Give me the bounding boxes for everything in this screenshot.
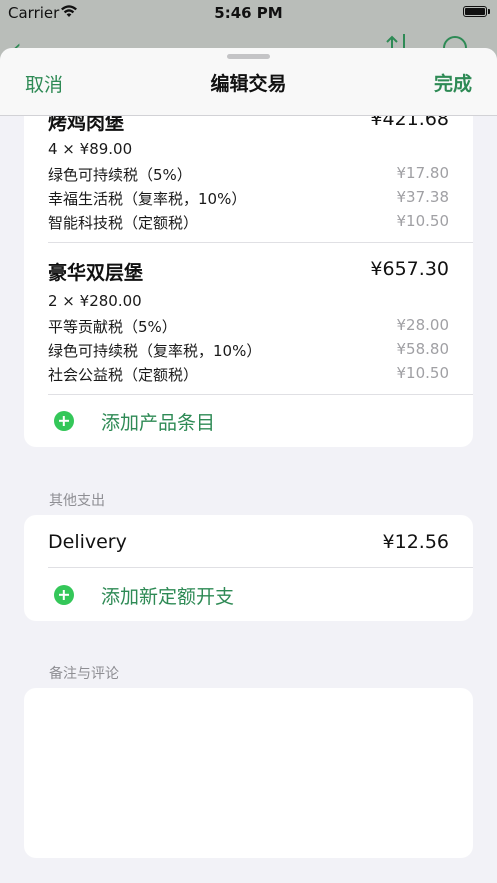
add-fixed-expense-label: 添加新定额开支 (101, 585, 235, 608)
item-quantity: 4 × ¥89.00 (48, 140, 133, 158)
tax-row: 智能科技税（定额税） ¥10.50 (48, 212, 449, 232)
edit-transaction-sheet: 烤鸡肉堡 ¥421.68 4 × ¥89.00 绿色可持续税（5%） ¥17.8… (0, 48, 497, 883)
divider (48, 242, 473, 243)
tax-row: 平等贡献税（5%） ¥28.00 (48, 316, 449, 336)
tax-row: 社会公益税（定额税） ¥10.50 (48, 364, 449, 384)
tax-label: 绿色可持续税（复率税，10%） (48, 342, 262, 360)
sort-icon (386, 34, 405, 48)
tax-label: 幸福生活税（复率税，10%） (48, 190, 247, 208)
item-quantity: 2 × ¥280.00 (48, 292, 142, 310)
plus-circle-icon (54, 585, 74, 605)
add-fixed-expense-button[interactable]: 添加新定额开支 (54, 582, 234, 608)
divider (48, 394, 473, 395)
tax-row: 绿色可持续税（5%） ¥17.80 (48, 164, 449, 184)
tax-label: 绿色可持续税（5%） (48, 166, 192, 184)
products-card: 烤鸡肉堡 ¥421.68 4 × ¥89.00 绿色可持续税（5%） ¥17.8… (24, 94, 473, 447)
add-product-button[interactable]: 添加产品条目 (54, 408, 215, 434)
done-button[interactable]: 完成 (434, 69, 472, 96)
tax-value: ¥10.50 (396, 364, 450, 382)
other-expenses-header: 其他支出 (49, 493, 105, 509)
item-quantity-row: 4 × ¥89.00 (48, 140, 449, 160)
other-expenses-card: Delivery ¥12.56 添加新定额开支 (24, 515, 473, 621)
search-icon (443, 36, 467, 48)
tax-value: ¥28.00 (396, 316, 450, 334)
status-bar: Carrier 5:46 PM (0, 0, 497, 28)
expense-value: ¥12.56 (382, 531, 449, 553)
item-row[interactable]: 豪华双层堡 ¥657.30 (48, 258, 449, 284)
item-quantity-row: 2 × ¥280.00 (48, 292, 449, 312)
tax-label: 平等贡献税（5%） (48, 318, 177, 336)
divider (48, 567, 473, 568)
notes-header: 备注与评论 (49, 666, 119, 682)
tax-value: ¥10.50 (396, 212, 450, 230)
expense-row[interactable]: Delivery ¥12.56 (48, 531, 449, 555)
battery-icon (463, 6, 490, 17)
tax-row: 幸福生活税（复率税，10%） ¥37.38 (48, 188, 449, 208)
tax-label: 社会公益税（定额税） (48, 366, 199, 384)
tax-value: ¥58.80 (396, 340, 450, 358)
tax-label: 智能科技税（定额税） (48, 214, 199, 232)
clock: 5:46 PM (214, 4, 283, 22)
sheet-nav-bar: 取消 编辑交易 完成 (0, 48, 497, 116)
tax-value: ¥37.38 (396, 188, 450, 206)
plus-circle-icon (54, 411, 74, 431)
page-title: 编辑交易 (210, 73, 287, 95)
item-total: ¥657.30 (370, 258, 449, 280)
sheet-grabber[interactable] (227, 54, 270, 59)
tax-value: ¥17.80 (396, 164, 450, 182)
item-name: 豪华双层堡 (48, 262, 144, 284)
add-product-label: 添加产品条目 (101, 411, 216, 434)
expense-label: Delivery (48, 531, 127, 553)
tax-row: 绿色可持续税（复率税，10%） ¥58.80 (48, 340, 449, 360)
notes-textarea[interactable] (24, 688, 473, 858)
